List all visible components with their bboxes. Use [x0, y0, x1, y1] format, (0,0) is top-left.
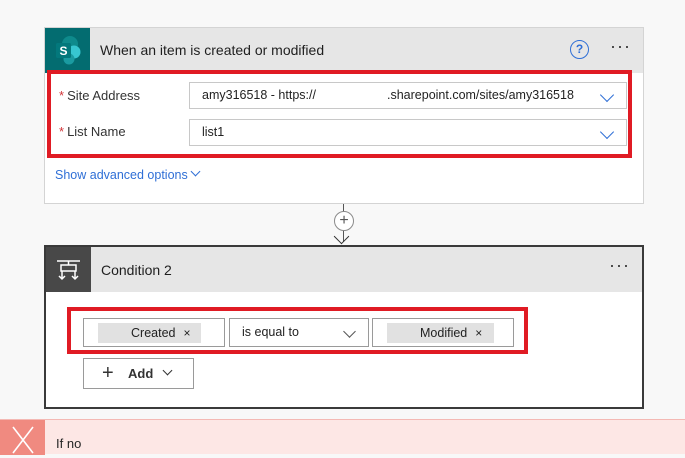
chevron-down-icon: [162, 365, 173, 376]
trigger-title: When an item is created or modified: [100, 42, 325, 58]
highlight-box-condition: [67, 307, 528, 354]
show-advanced-options-link[interactable]: Show advanced options: [55, 168, 188, 182]
add-condition-button[interactable]: + Add: [83, 358, 194, 389]
trigger-header[interactable]: S When an item is created or modified ? …: [45, 28, 643, 73]
close-icon: [0, 420, 45, 455]
highlight-box-fields: [47, 70, 632, 158]
condition-title: Condition 2: [101, 262, 172, 278]
more-options-icon[interactable]: ···: [610, 36, 631, 57]
add-button-label: Add: [128, 366, 154, 381]
arrow-down-icon: [333, 228, 350, 245]
sharepoint-icon: S: [45, 28, 90, 73]
chevron-down-icon[interactable]: [190, 166, 201, 177]
plus-icon: +: [102, 362, 114, 384]
more-options-icon[interactable]: ···: [609, 255, 630, 276]
if-no-branch[interactable]: If no: [0, 419, 685, 455]
if-no-label: If no: [56, 436, 82, 451]
help-icon[interactable]: ?: [570, 40, 589, 59]
svg-text:S: S: [59, 44, 67, 58]
insert-step-button[interactable]: +: [334, 211, 354, 231]
condition-icon: [46, 247, 91, 292]
condition-header[interactable]: Condition 2 ···: [46, 247, 642, 292]
